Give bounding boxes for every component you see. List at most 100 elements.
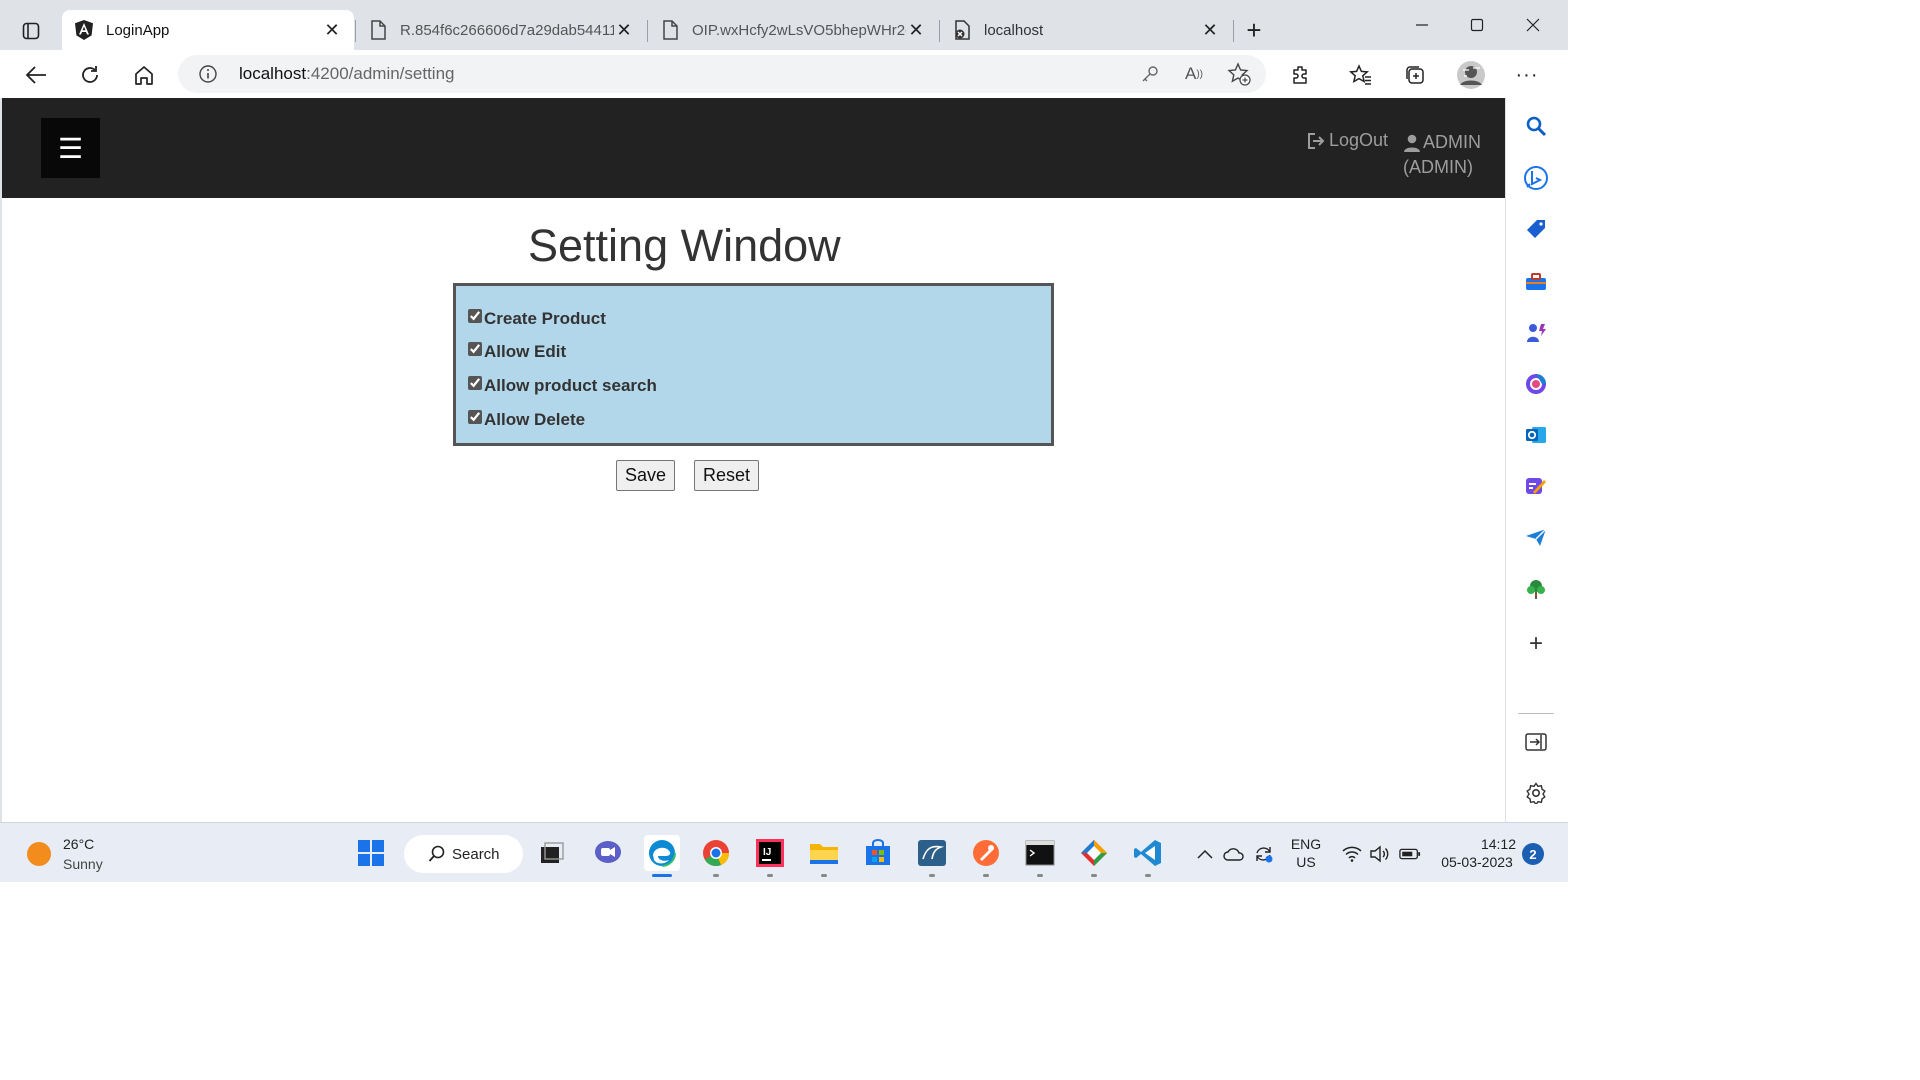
new-tab-button[interactable]: + — [1238, 14, 1270, 46]
favorites-icon — [1349, 64, 1371, 85]
user-role: (ADMIN) — [1403, 157, 1473, 177]
tab-localhost[interactable]: localhost ✕ — [940, 10, 1232, 50]
setting-allow-edit[interactable]: Allow Edit — [468, 336, 1039, 370]
weather-temperature[interactable]: 26°C — [63, 836, 94, 852]
store-button[interactable] — [860, 835, 896, 871]
extensions-icon — [1293, 66, 1307, 84]
notification-badge[interactable]: 2 — [1522, 843, 1544, 865]
sync-icon[interactable] — [1253, 843, 1275, 865]
setting-label: Allow Edit — [484, 342, 567, 362]
close-icon[interactable]: ✕ — [1200, 20, 1220, 40]
terminal-icon — [1025, 840, 1055, 866]
localhost-icon — [952, 20, 972, 40]
edge-taskbar-button[interactable] — [644, 835, 680, 877]
favorites-button[interactable] — [1344, 58, 1378, 92]
settings-menu-button[interactable]: ··· — [1510, 58, 1544, 92]
allow-edit-checkbox[interactable] — [468, 342, 482, 357]
add-sidebar-app-icon[interactable]: + — [1522, 630, 1550, 658]
save-button[interactable]: Save — [616, 460, 675, 491]
git-tool-button[interactable] — [1076, 835, 1112, 877]
password-key-icon[interactable] — [1138, 62, 1162, 86]
games-icon[interactable] — [1522, 318, 1550, 346]
close-icon[interactable]: ✕ — [614, 20, 634, 40]
chrome-taskbar-button[interactable] — [698, 835, 734, 877]
weather-sun-icon[interactable] — [27, 842, 51, 866]
reset-button[interactable]: Reset — [694, 460, 759, 491]
plus-icon: + — [1246, 14, 1262, 45]
add-favorite-icon[interactable] — [1227, 62, 1251, 86]
close-icon[interactable]: ✕ — [906, 20, 926, 40]
address-bar[interactable]: localhost:4200/admin/setting A)) — [178, 55, 1266, 93]
clock-time: 14:12 — [1480, 836, 1516, 852]
chat-icon — [595, 841, 621, 863]
vscode-button[interactable] — [1130, 835, 1166, 877]
close-icon — [1526, 18, 1540, 32]
onedrive-icon[interactable] — [1223, 843, 1245, 865]
wifi-icon[interactable] — [1341, 843, 1363, 865]
refresh-button[interactable] — [73, 58, 107, 92]
settings-panel: Create Product Allow Edit Allow product … — [453, 283, 1054, 446]
menu-toggle-button[interactable]: ☰ — [41, 118, 100, 178]
back-button[interactable] — [19, 58, 53, 92]
windows-taskbar: 26°C Sunny Search IJ ENG US 14:12 05-03-… — [0, 822, 1568, 882]
allow-product-search-checkbox[interactable] — [468, 375, 482, 390]
tab-image-oip[interactable]: OIP.wxHcfy2wLsVO5bhepWHr2g ✕ — [648, 10, 938, 50]
clock[interactable]: 14:12 05-03-2023 — [1432, 836, 1522, 870]
mysql-workbench-button[interactable] — [914, 835, 950, 877]
shopping-tag-icon[interactable] — [1522, 216, 1550, 244]
maximize-button[interactable] — [1457, 8, 1497, 42]
create-product-checkbox[interactable] — [468, 308, 482, 323]
bing-chat-icon[interactable] — [1522, 164, 1550, 192]
url-text[interactable]: localhost:4200/admin/setting — [239, 64, 455, 84]
close-icon[interactable]: ✕ — [322, 20, 342, 40]
outlook-icon[interactable] — [1522, 421, 1550, 449]
setting-allow-delete[interactable]: Allow Delete — [468, 403, 1039, 437]
logout-label[interactable]: LogOut — [1329, 130, 1388, 151]
svg-text:IJ: IJ — [763, 847, 771, 858]
search-icon — [428, 845, 445, 862]
teams-chat-button[interactable] — [590, 835, 626, 871]
logout-link[interactable]: LogOut — [1306, 130, 1388, 151]
microsoft-365-icon[interactable] — [1522, 370, 1550, 398]
info-icon[interactable] — [198, 64, 218, 84]
battery-icon[interactable] — [1399, 843, 1421, 865]
tools-icon[interactable] — [1522, 268, 1550, 296]
minimize-button[interactable] — [1402, 8, 1442, 42]
setting-allow-product-search[interactable]: Allow product search — [468, 369, 1039, 403]
designer-icon[interactable] — [1522, 472, 1550, 500]
taskbar-search[interactable]: Search — [404, 835, 523, 873]
intellij-taskbar-button[interactable]: IJ — [752, 835, 788, 877]
task-view-button[interactable] — [534, 835, 570, 871]
tab-loginapp[interactable]: LoginApp ✕ — [62, 10, 354, 50]
minimize-icon — [1416, 24, 1428, 26]
sidebar-settings-icon[interactable] — [1522, 779, 1550, 807]
start-button[interactable] — [353, 835, 389, 871]
terminal-button[interactable] — [1022, 835, 1058, 877]
home-button[interactable] — [127, 58, 161, 92]
running-indicator — [767, 874, 773, 877]
weather-condition[interactable]: Sunny — [63, 856, 103, 872]
tab-actions-button[interactable] — [14, 14, 48, 48]
close-window-button[interactable] — [1513, 8, 1553, 42]
send-icon[interactable] — [1522, 523, 1550, 551]
profile-button[interactable] — [1454, 58, 1488, 92]
chevron-up-icon[interactable] — [1194, 843, 1216, 865]
browser-toolbar: localhost:4200/admin/setting A)) ··· — [0, 50, 1568, 98]
volume-icon[interactable] — [1369, 843, 1391, 865]
extensions-button[interactable] — [1284, 58, 1318, 92]
language-indicator[interactable]: ENG US — [1287, 836, 1325, 870]
allow-delete-checkbox[interactable] — [468, 409, 482, 424]
tab-image-r[interactable]: R.854f6c266606d7a29dab544115 ✕ — [356, 10, 646, 50]
setting-create-product[interactable]: Create Product — [468, 302, 1039, 336]
search-icon[interactable] — [1522, 112, 1550, 140]
tree-icon[interactable] — [1522, 575, 1550, 603]
read-aloud-icon[interactable]: A)) — [1182, 62, 1206, 86]
intellij-icon: IJ — [756, 839, 784, 867]
user-name: ADMIN — [1423, 132, 1481, 152]
task-view-icon — [541, 842, 564, 863]
hide-sidebar-icon[interactable] — [1522, 728, 1550, 756]
postman-button[interactable] — [968, 835, 1004, 877]
avatar-icon — [1457, 61, 1485, 89]
collections-button[interactable] — [1398, 58, 1432, 92]
file-explorer-button[interactable] — [806, 835, 842, 877]
